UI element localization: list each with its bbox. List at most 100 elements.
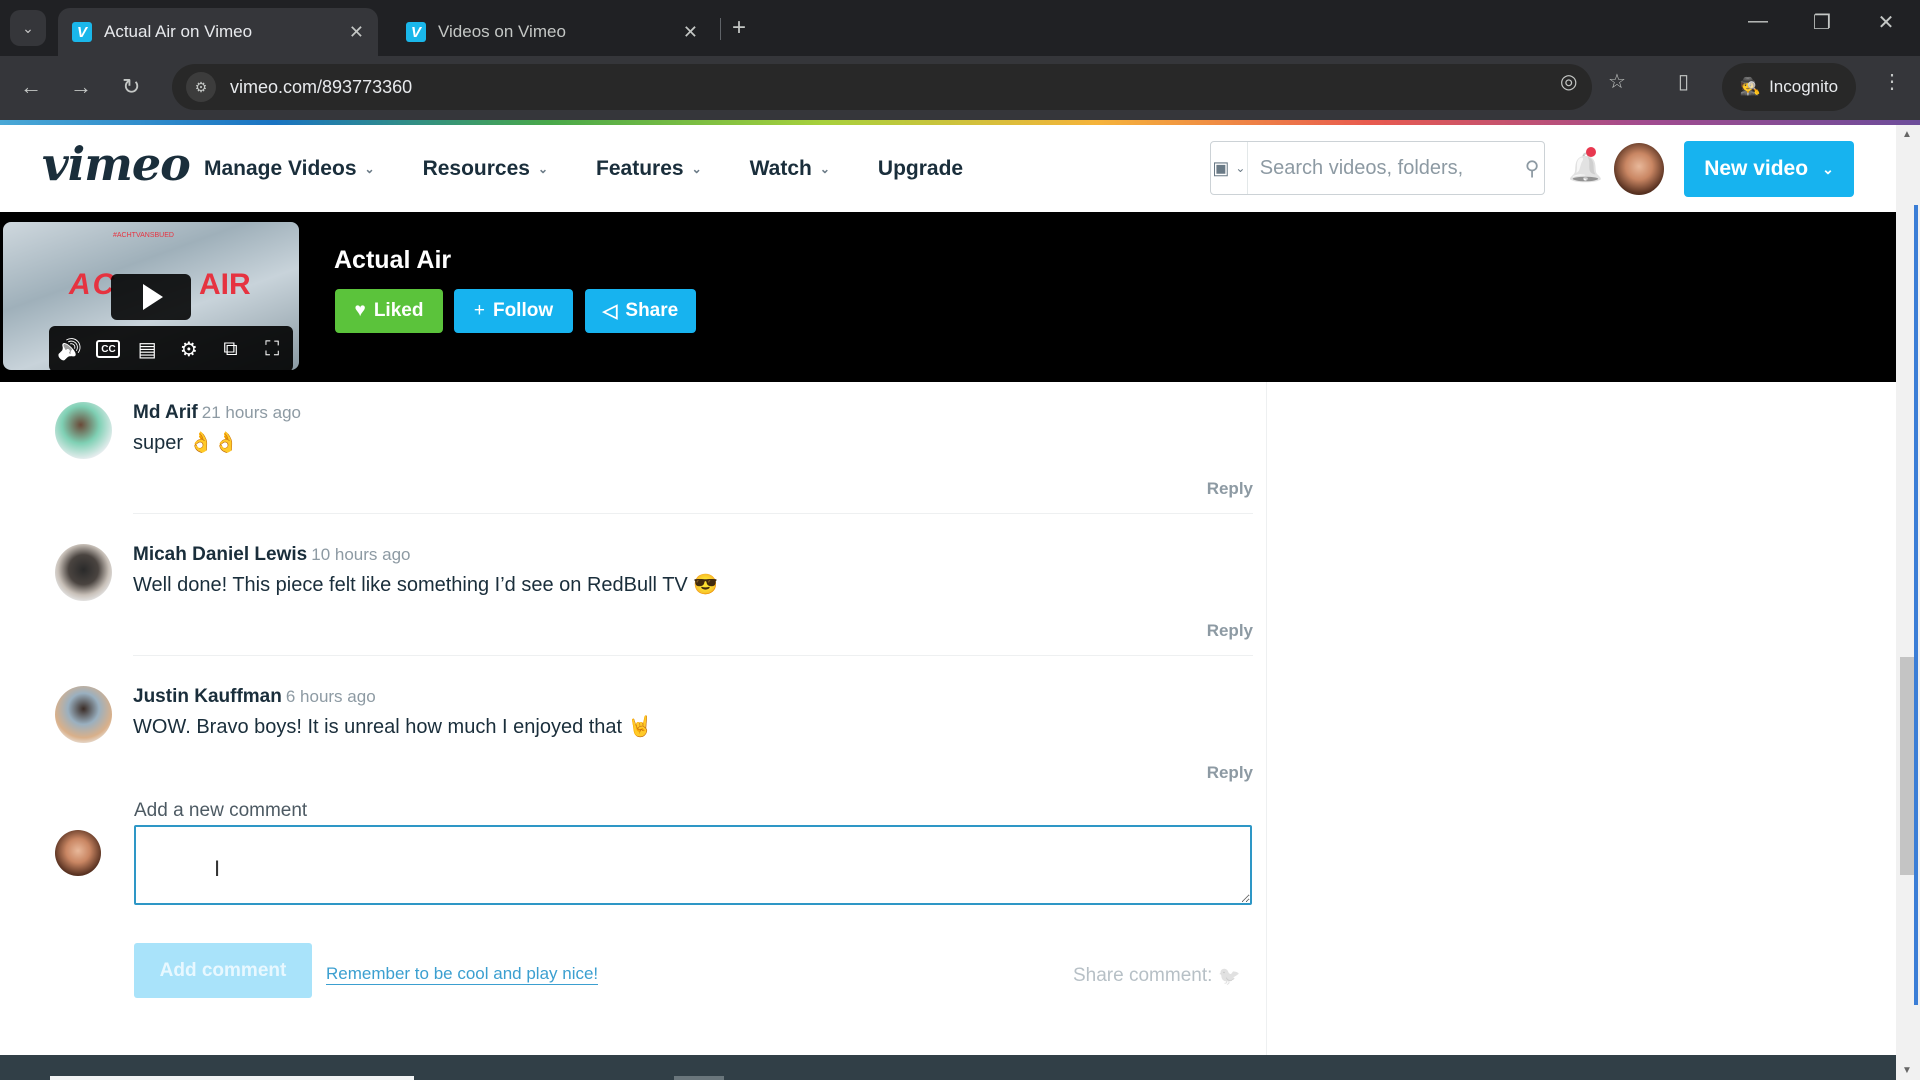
nav-watch[interactable]: Watch ⌄ — [750, 157, 830, 181]
scroll-down-arrow-icon[interactable]: ▼ — [1902, 1065, 1912, 1076]
tab-actual-air[interactable]: V Actual Air on Vimeo ✕ — [58, 8, 378, 56]
share-label: Share — [625, 300, 679, 321]
scroll-track-indicator — [1914, 205, 1918, 1005]
search-icon[interactable]: ⚲ — [1525, 156, 1544, 181]
page-footer — [0, 1055, 1896, 1080]
ok-hand-emoji-icon: 👌👌 — [188, 432, 239, 454]
chevron-down-icon: ⌄ — [364, 161, 375, 176]
add-comment-label: Add a new comment — [134, 800, 308, 821]
picture-in-picture-icon[interactable]: ⧉ — [215, 334, 245, 364]
new-video-button[interactable]: New video ⌄ — [1684, 141, 1854, 197]
comment-item: Micah Daniel Lewis 10 hours ago Well done… — [55, 544, 1253, 656]
chevron-down-icon: ⌄ — [1235, 161, 1246, 175]
window-close-button[interactable]: ✕ — [1866, 10, 1906, 35]
tab-divider — [720, 18, 721, 40]
comment-text: Well done! This piece felt like somethin… — [133, 572, 718, 597]
back-button[interactable]: ← — [20, 74, 42, 100]
tab-title: Videos on Vimeo — [438, 22, 566, 41]
follow-label: Follow — [492, 300, 554, 321]
sunglasses-emoji-icon: 😎 — [693, 574, 719, 596]
thumbnail-caption: #ACHTVANSBUED — [113, 232, 174, 239]
scrollbar-thumb[interactable] — [1900, 657, 1914, 875]
scroll-up-arrow-icon[interactable]: ▲ — [1902, 129, 1912, 140]
close-tab-icon[interactable]: ✕ — [683, 22, 698, 43]
comment-author[interactable]: Justin Kauffman — [133, 686, 282, 707]
nav-resources[interactable]: Resources ⌄ — [423, 157, 548, 181]
new-tab-button[interactable]: + — [732, 14, 746, 42]
comment-text: super 👌👌 — [133, 430, 238, 455]
settings-gear-icon[interactable]: ⚙ — [174, 334, 204, 364]
main-nav: Manage Videos ⌄ Resources ⌄ Features ⌄ Watc… — [204, 125, 963, 212]
search-input[interactable] — [1247, 156, 1525, 180]
minimize-button[interactable]: — — [1738, 10, 1778, 33]
footer-element — [674, 1076, 724, 1080]
comment-time[interactable]: 6 hours ago — [286, 687, 376, 706]
chevron-down-icon: ⌄ — [691, 161, 702, 176]
play-button[interactable] — [111, 274, 191, 320]
close-tab-icon[interactable]: ✕ — [349, 22, 364, 43]
volume-icon[interactable]: 🔊 — [55, 334, 85, 364]
video-title: Actual Air — [334, 246, 452, 274]
liked-label: Liked — [373, 300, 424, 321]
player-controls: 🔊 CC ▤ ⚙ ⧉ ⛶ — [49, 326, 293, 370]
comment-item: Justin Kauffman 6 hours ago WOW. Bravo bo… — [55, 686, 1253, 786]
reply-button[interactable]: Reply — [1207, 479, 1253, 499]
comment-time[interactable]: 21 hours ago — [202, 403, 301, 422]
fullscreen-icon[interactable]: ⛶ — [257, 334, 287, 364]
search-box: ▣ ⌄ ⚲ — [1210, 141, 1545, 195]
nav-features[interactable]: Features ⌄ — [596, 157, 702, 181]
reload-button[interactable]: ↻ — [122, 74, 140, 100]
side-panel-icon[interactable]: ▯ — [1678, 69, 1689, 94]
column-divider — [1266, 382, 1267, 1055]
reply-button[interactable]: Reply — [1207, 763, 1253, 783]
share-button[interactable]: ◁ Share — [585, 289, 696, 333]
comment-author[interactable]: Micah Daniel Lewis — [133, 544, 307, 565]
nav-manage-videos[interactable]: Manage Videos ⌄ — [204, 157, 375, 181]
browser-menu-icon[interactable]: ⋮ — [1882, 69, 1902, 94]
chevron-down-icon: ⌄ — [819, 161, 830, 176]
address-bar[interactable]: ⚙ vimeo.com/893773360 — [172, 64, 1592, 110]
search-scope-dropdown[interactable]: ▣ ⌄ — [1211, 142, 1248, 194]
comment-divider — [133, 655, 1253, 656]
bookmark-star-icon[interactable]: ☆ — [1608, 69, 1626, 94]
nav-upgrade[interactable]: Upgrade — [878, 157, 963, 181]
comment-time[interactable]: 10 hours ago — [311, 545, 410, 564]
twitter-share-icon[interactable]: 🐦 — [1218, 966, 1240, 987]
incognito-badge[interactable]: 🕵 Incognito — [1722, 63, 1856, 111]
closed-captions-icon[interactable]: CC — [96, 340, 121, 358]
commenter-avatar[interactable] — [55, 686, 112, 743]
nav-label: Features — [596, 156, 684, 180]
url-text[interactable]: vimeo.com/893773360 — [230, 77, 412, 98]
tab-search-button[interactable]: ⌄ — [10, 10, 46, 46]
add-comment-button[interactable]: Add comment — [134, 943, 312, 998]
chevron-down-icon: ⌄ — [1822, 160, 1834, 177]
follow-button[interactable]: + Follow — [454, 289, 573, 333]
site-info-icon[interactable]: ⚙ — [186, 72, 216, 102]
browser-tab-bar: ⌄ V Actual Air on Vimeo ✕ V Videos on Vi… — [0, 0, 1920, 56]
forward-button[interactable]: → — [70, 74, 92, 100]
mini-video-player[interactable]: #ACHTVANSBUED AC AIR 🔊 CC ▤ ⚙ ⧉ ⛶ — [3, 222, 299, 370]
incognito-icon: 🕵 — [1739, 77, 1762, 96]
tab-videos-on-vimeo[interactable]: V Videos on Vimeo ✕ — [392, 8, 712, 56]
browser-toolbar: ← → ↻ ⚙ vimeo.com/893773360 ◎ ☆ ▯ 🕵 Inco… — [0, 56, 1920, 120]
transcript-icon[interactable]: ▤ — [132, 334, 162, 364]
tab-title: Actual Air on Vimeo — [104, 22, 253, 41]
plus-icon: + — [473, 300, 485, 321]
liked-button[interactable]: ♥ Liked — [335, 289, 443, 333]
footer-element — [50, 1076, 414, 1080]
commenter-avatar[interactable] — [55, 544, 112, 601]
commenter-avatar[interactable] — [55, 402, 112, 459]
vimeo-logo[interactable]: vimeo — [42, 137, 191, 191]
comment-author[interactable]: Md Arif — [133, 402, 198, 423]
eye-off-icon[interactable]: ◎ — [1560, 69, 1577, 94]
restore-button[interactable]: ❐ — [1802, 10, 1842, 35]
user-avatar[interactable] — [1614, 143, 1664, 195]
video-library-icon: ▣ — [1212, 157, 1230, 178]
comment-text: WOW. Bravo boys! It is unreal how much I… — [133, 714, 653, 739]
notifications-bell-icon[interactable]: 🔔 — [1568, 151, 1603, 184]
community-guidelines-link[interactable]: Remember to be cool and play nice! — [326, 964, 599, 985]
page-scrollbar[interactable]: ▲ ▼ — [1896, 125, 1920, 1080]
chevron-down-icon: ⌄ — [537, 161, 549, 176]
comment-textarea[interactable] — [134, 825, 1252, 905]
reply-button[interactable]: Reply — [1207, 621, 1253, 641]
